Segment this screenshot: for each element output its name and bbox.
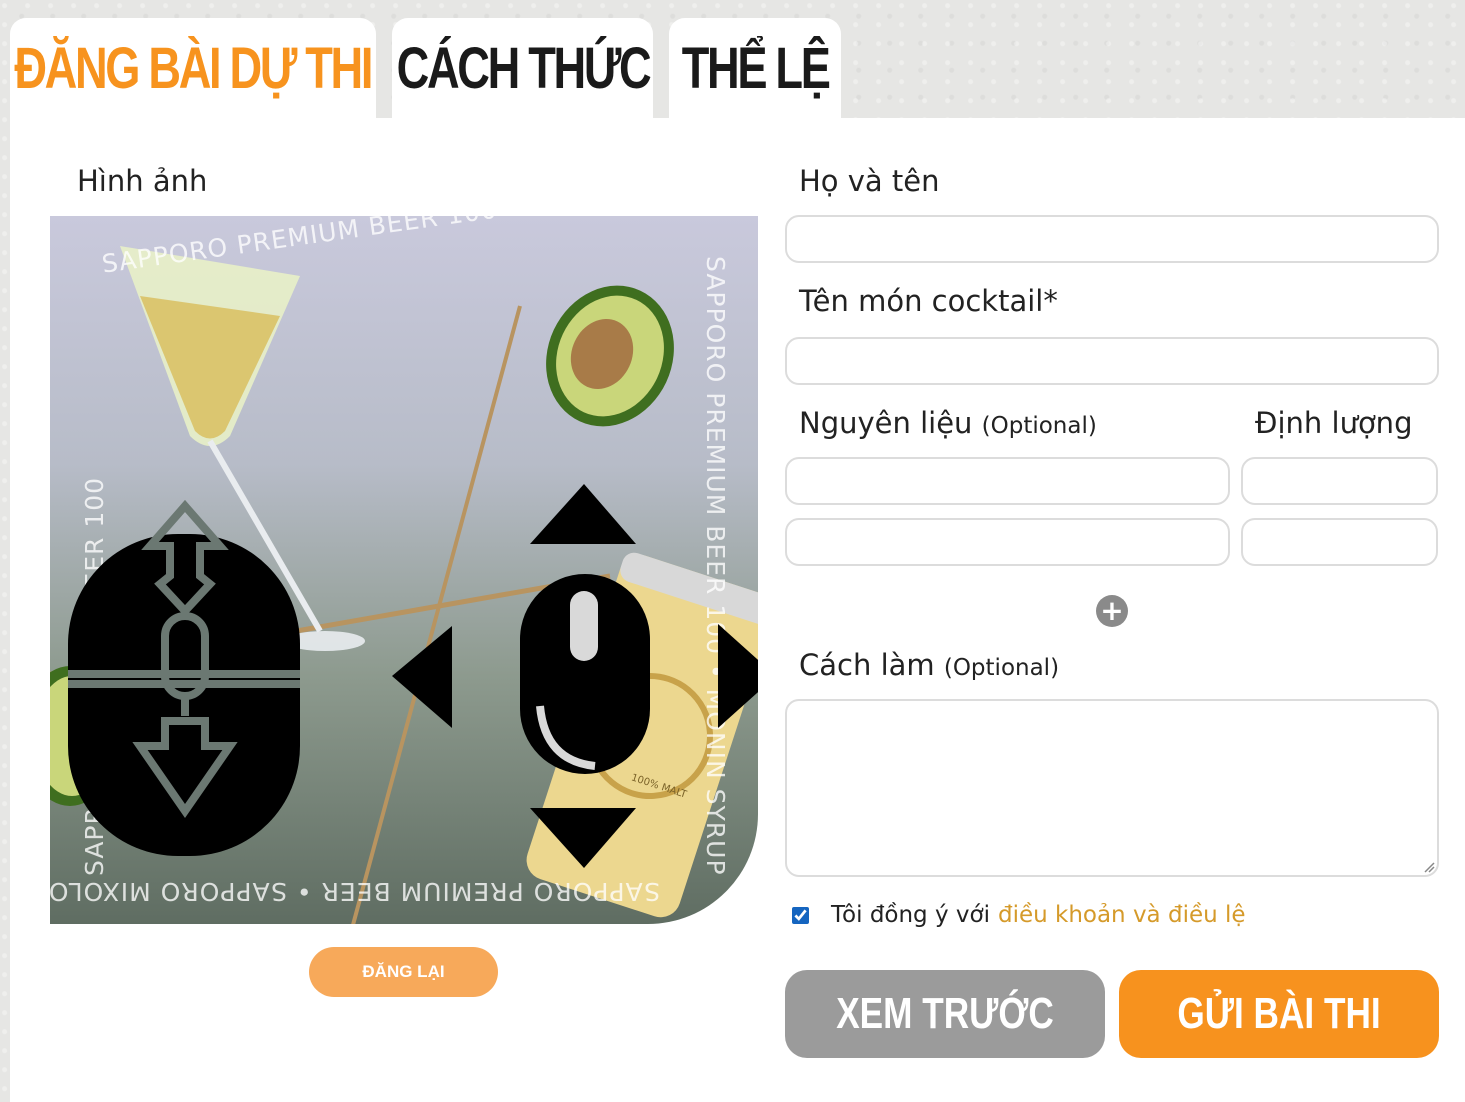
ingredients-optional-tag: (Optional) — [981, 413, 1097, 439]
resize-grip-icon[interactable] — [1423, 861, 1435, 873]
tab-submit-entry[interactable]: ĐĂNG BÀI DỰ THI — [10, 18, 376, 118]
ingredient-input-1[interactable] — [785, 457, 1230, 505]
cocktail-name-input[interactable] — [785, 337, 1439, 385]
ingredients-label: Nguyên liệu (Optional) — [799, 406, 1097, 440]
uploaded-image-preview[interactable]: SAPPORO PREMIUM BEER 100 • MONIN SYRUP •… — [50, 216, 758, 924]
preview-button-label: XEM TRƯỚC — [836, 989, 1054, 1038]
quantity-input-1[interactable] — [1241, 457, 1438, 505]
mouse-pan-all-directions-icon — [392, 484, 758, 868]
method-label-text: Cách làm — [799, 648, 935, 682]
ingredients-label-text: Nguyên liệu — [799, 406, 973, 440]
agree-terms-row: Tôi đồng ý với điều khoản và điều lệ — [792, 902, 1246, 928]
ingredient-input-2[interactable] — [785, 518, 1230, 566]
reupload-button[interactable]: ĐĂNG LẠI — [309, 947, 498, 997]
agree-terms-text: Tôi đồng ý với — [831, 902, 990, 928]
tab-label: ĐĂNG BÀI DỰ THI — [14, 35, 374, 101]
image-label: Hình ảnh — [77, 164, 208, 198]
tab-how-to[interactable]: CÁCH THỨC — [392, 18, 653, 118]
method-optional-tag: (Optional) — [943, 655, 1060, 681]
method-textarea[interactable] — [785, 699, 1439, 877]
tab-label: CÁCH THỨC — [396, 35, 651, 101]
submit-entry-button[interactable]: GỬI BÀI THI — [1119, 970, 1439, 1058]
add-ingredient-icon[interactable]: + — [1096, 595, 1128, 627]
method-label: Cách làm (Optional) — [799, 648, 1059, 682]
preview-button[interactable]: XEM TRƯỚC — [785, 970, 1105, 1058]
full-name-input[interactable] — [785, 215, 1439, 263]
full-name-label: Họ và tên — [799, 164, 940, 198]
cocktail-name-label: Tên món cocktail* — [799, 284, 1058, 318]
terms-link[interactable]: điều khoản và điều lệ — [998, 902, 1246, 928]
tab-bar: ĐĂNG BÀI DỰ THI CÁCH THỨC THỂ LỆ — [0, 0, 1465, 118]
agree-terms-checkbox[interactable] — [792, 906, 809, 924]
quantity-label: Định lượng — [1255, 406, 1413, 440]
entry-form-panel: Hình ảnh SAPPORO PREMIUM BEER 100 • MONI… — [10, 118, 1465, 1102]
tab-label: THỂ LỆ — [681, 35, 831, 101]
quantity-input-2[interactable] — [1241, 518, 1438, 566]
tab-rules[interactable]: THỂ LỆ — [669, 18, 841, 118]
submit-button-label: GỬI BÀI THI — [1177, 989, 1381, 1038]
